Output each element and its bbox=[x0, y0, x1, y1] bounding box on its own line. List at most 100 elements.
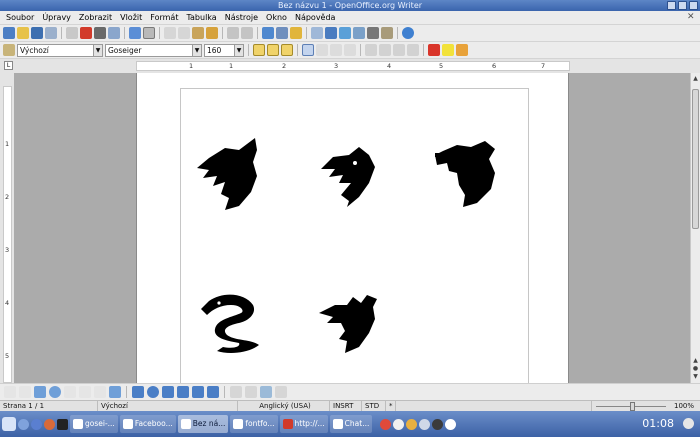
task-chat[interactable]: Chat... bbox=[329, 415, 373, 433]
background-color-icon[interactable] bbox=[456, 44, 468, 56]
task-facebook[interactable]: Faceboo... bbox=[119, 415, 176, 433]
tab-stop-icon[interactable]: L bbox=[4, 61, 13, 70]
find-replace-icon[interactable] bbox=[311, 27, 323, 39]
paragraph-style-select[interactable]: Výchozí ▼ bbox=[17, 43, 103, 57]
select-arrow-icon[interactable] bbox=[4, 386, 16, 398]
align-left-icon[interactable] bbox=[302, 44, 314, 56]
table-icon[interactable] bbox=[276, 27, 288, 39]
align-center-icon[interactable] bbox=[316, 44, 328, 56]
extrusion-icon[interactable] bbox=[275, 386, 287, 398]
freeform-icon[interactable] bbox=[64, 386, 76, 398]
align-right-icon[interactable] bbox=[330, 44, 342, 56]
network-icon[interactable] bbox=[393, 418, 405, 430]
autospell-icon[interactable] bbox=[143, 27, 155, 39]
chevron-down-icon[interactable]: ▼ bbox=[93, 44, 102, 56]
bullets-icon[interactable] bbox=[379, 44, 391, 56]
zoom-slider[interactable] bbox=[596, 402, 666, 411]
decrease-indent-icon[interactable] bbox=[393, 44, 405, 56]
spellcheck-icon[interactable] bbox=[129, 27, 141, 39]
font-name-select[interactable]: Goseiger ▼ bbox=[105, 43, 202, 57]
menu-tabulka[interactable]: Tabulka bbox=[182, 11, 220, 25]
volume-icon[interactable] bbox=[419, 418, 431, 430]
menu-vlozit[interactable]: Vložit bbox=[116, 11, 146, 25]
save-icon[interactable] bbox=[31, 27, 43, 39]
menu-napoveda[interactable]: Nápověda bbox=[291, 11, 340, 25]
print-icon[interactable] bbox=[94, 27, 106, 39]
numbering-icon[interactable] bbox=[365, 44, 377, 56]
chevron-down-icon[interactable]: ▼ bbox=[192, 44, 201, 56]
terminal-icon[interactable] bbox=[57, 418, 68, 430]
stars-icon[interactable] bbox=[207, 386, 219, 398]
help-icon[interactable] bbox=[402, 27, 414, 39]
vertical-scrollbar[interactable]: ▲ ▲ ● ▼ bbox=[690, 73, 700, 383]
nonprinting-chars-icon[interactable] bbox=[367, 27, 379, 39]
points-icon[interactable] bbox=[230, 386, 242, 398]
scroll-up-icon[interactable]: ▲ bbox=[692, 75, 699, 83]
clipboard-icon[interactable] bbox=[432, 418, 444, 430]
print-preview-icon[interactable] bbox=[108, 27, 120, 39]
cut-icon[interactable] bbox=[164, 27, 176, 39]
home-icon[interactable] bbox=[31, 418, 42, 430]
horizontal-ruler[interactable]: 1 1 2 3 4 5 6 7 bbox=[136, 61, 570, 71]
kde-menu-icon[interactable] bbox=[2, 417, 16, 431]
text-icon[interactable] bbox=[79, 386, 91, 398]
opera-icon[interactable] bbox=[44, 418, 55, 430]
open-icon[interactable] bbox=[17, 27, 29, 39]
data-sources-icon[interactable] bbox=[353, 27, 365, 39]
fontwork-icon[interactable] bbox=[245, 386, 257, 398]
language-flag-icon[interactable] bbox=[380, 418, 392, 430]
previous-page-icon[interactable]: ▲ bbox=[692, 357, 699, 365]
document-page[interactable] bbox=[136, 73, 569, 388]
task-writer[interactable]: Bez ná... bbox=[177, 415, 229, 433]
styles-formatting-icon[interactable] bbox=[3, 44, 15, 56]
menu-soubor[interactable]: Soubor bbox=[2, 11, 38, 25]
export-pdf-icon[interactable] bbox=[80, 27, 92, 39]
vertical-ruler[interactable]: 1 2 3 4 5 bbox=[0, 73, 14, 383]
callouts-shapes-icon[interactable] bbox=[192, 386, 204, 398]
underline-icon[interactable] bbox=[281, 44, 293, 56]
basic-shapes-icon[interactable] bbox=[132, 386, 144, 398]
font-color-icon[interactable] bbox=[428, 44, 440, 56]
clock[interactable]: 01:08 bbox=[642, 415, 674, 433]
menu-nastroje[interactable]: Nástroje bbox=[221, 11, 262, 25]
zoom-icon[interactable] bbox=[381, 27, 393, 39]
font-size-select[interactable]: 160 ▼ bbox=[204, 43, 244, 57]
increase-indent-icon[interactable] bbox=[407, 44, 419, 56]
chevron-down-icon[interactable]: ▼ bbox=[234, 44, 243, 56]
navigation-icon[interactable]: ● bbox=[692, 365, 699, 373]
edit-file-icon[interactable] bbox=[66, 27, 78, 39]
next-page-icon[interactable]: ▼ bbox=[692, 373, 699, 381]
desktop-icon[interactable] bbox=[18, 418, 29, 430]
callouts-icon[interactable] bbox=[109, 386, 121, 398]
new-document-icon[interactable] bbox=[3, 27, 15, 39]
update-icon[interactable] bbox=[406, 418, 418, 430]
hyperlink-icon[interactable] bbox=[262, 27, 274, 39]
justify-icon[interactable] bbox=[344, 44, 356, 56]
redo-icon[interactable] bbox=[241, 27, 253, 39]
task-gosei[interactable]: gosei-... bbox=[70, 415, 118, 433]
maximize-button[interactable] bbox=[678, 1, 687, 10]
ellipse-icon[interactable] bbox=[49, 386, 61, 398]
minimize-button[interactable] bbox=[667, 1, 676, 10]
close-window-button[interactable] bbox=[689, 1, 698, 10]
email-icon[interactable] bbox=[45, 27, 57, 39]
scroll-thumb[interactable] bbox=[692, 89, 699, 229]
task-browser[interactable]: http://... bbox=[279, 415, 328, 433]
menu-zobrazit[interactable]: Zobrazit bbox=[75, 11, 116, 25]
show-draw-functions-icon[interactable] bbox=[290, 27, 302, 39]
bold-icon[interactable] bbox=[253, 44, 265, 56]
rectangle-icon[interactable] bbox=[34, 386, 46, 398]
copy-icon[interactable] bbox=[178, 27, 190, 39]
block-arrows-icon[interactable] bbox=[162, 386, 174, 398]
navigator-icon[interactable] bbox=[325, 27, 337, 39]
menu-format[interactable]: Formát bbox=[146, 11, 182, 25]
zoom-level[interactable]: 100% bbox=[674, 401, 694, 411]
highlighting-icon[interactable] bbox=[442, 44, 454, 56]
close-document-icon[interactable]: ✕ bbox=[687, 13, 696, 22]
logout-icon[interactable] bbox=[683, 418, 694, 429]
symbol-shapes-icon[interactable] bbox=[147, 386, 159, 398]
menu-upravy[interactable]: Úpravy bbox=[38, 11, 75, 25]
task-fontforge[interactable]: fontfo... bbox=[230, 415, 278, 433]
gallery-icon[interactable] bbox=[339, 27, 351, 39]
format-paintbrush-icon[interactable] bbox=[206, 27, 218, 39]
